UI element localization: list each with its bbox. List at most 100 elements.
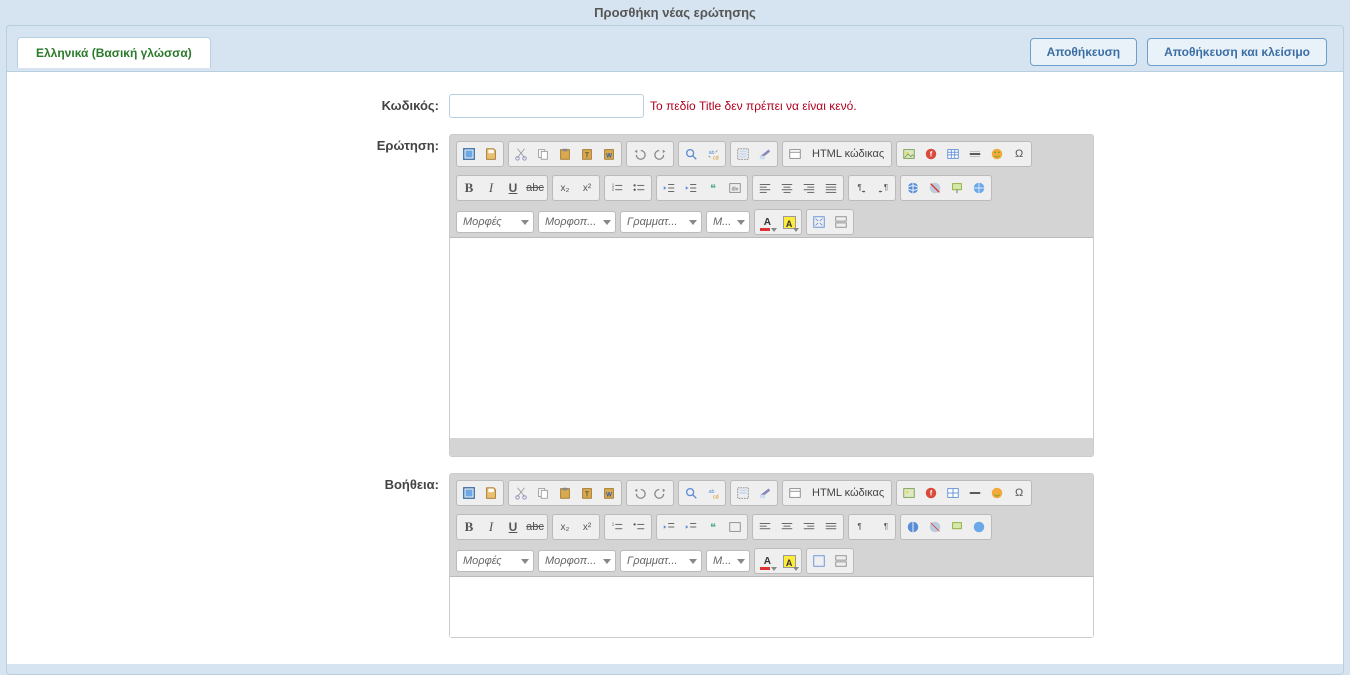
source-icon[interactable] bbox=[458, 482, 480, 504]
hr-icon[interactable] bbox=[964, 482, 986, 504]
div-icon[interactable]: div bbox=[724, 177, 746, 199]
paste-text-icon[interactable]: T bbox=[576, 143, 598, 165]
ul-icon[interactable] bbox=[628, 177, 650, 199]
combo-styles[interactable]: Μορφές bbox=[456, 550, 534, 572]
paste-icon[interactable] bbox=[554, 482, 576, 504]
redo-icon[interactable] bbox=[650, 482, 672, 504]
save-and-close-button[interactable]: Αποθήκευση και κλείσιμο bbox=[1147, 38, 1327, 66]
div-icon[interactable] bbox=[724, 516, 746, 538]
save-icon[interactable] bbox=[480, 482, 502, 504]
bg-color-icon[interactable]: A bbox=[778, 211, 800, 233]
combo-styles[interactable]: Μορφές bbox=[456, 211, 534, 233]
align-right-icon[interactable] bbox=[798, 177, 820, 199]
specialchar-icon[interactable]: Ω bbox=[1008, 143, 1030, 165]
align-right-icon[interactable] bbox=[798, 516, 820, 538]
save-button[interactable]: Αποθήκευση bbox=[1030, 38, 1138, 66]
bold-icon[interactable]: B bbox=[458, 177, 480, 199]
bold-icon[interactable]: B bbox=[458, 516, 480, 538]
superscript-icon[interactable]: x² bbox=[576, 516, 598, 538]
flash-icon[interactable]: f bbox=[920, 143, 942, 165]
smiley-icon[interactable] bbox=[986, 143, 1008, 165]
html-code-button[interactable]: HTML κώδικας bbox=[806, 482, 890, 504]
align-center-icon[interactable] bbox=[776, 516, 798, 538]
flash-icon[interactable]: f bbox=[920, 482, 942, 504]
showblocks-icon[interactable] bbox=[830, 550, 852, 572]
image-icon[interactable] bbox=[898, 482, 920, 504]
htmlsource-icon[interactable] bbox=[784, 143, 806, 165]
globe-icon[interactable] bbox=[968, 177, 990, 199]
ltr-icon[interactable]: ¶ bbox=[850, 516, 872, 538]
italic-icon[interactable]: I bbox=[480, 177, 502, 199]
align-center-icon[interactable] bbox=[776, 177, 798, 199]
removeformat-icon[interactable] bbox=[754, 143, 776, 165]
source-icon[interactable] bbox=[458, 143, 480, 165]
subscript-icon[interactable]: x₂ bbox=[554, 516, 576, 538]
table-icon[interactable] bbox=[942, 482, 964, 504]
image-icon[interactable] bbox=[898, 143, 920, 165]
undo-icon[interactable] bbox=[628, 482, 650, 504]
save-icon[interactable] bbox=[480, 143, 502, 165]
indent-icon[interactable] bbox=[680, 177, 702, 199]
table-icon[interactable] bbox=[942, 143, 964, 165]
hr-icon[interactable] bbox=[964, 143, 986, 165]
globe-icon[interactable] bbox=[968, 516, 990, 538]
showblocks-icon[interactable] bbox=[830, 211, 852, 233]
text-color-icon[interactable]: A bbox=[756, 211, 778, 233]
underline-icon[interactable]: U bbox=[502, 177, 524, 199]
outdent-icon[interactable] bbox=[658, 516, 680, 538]
removeformat-icon[interactable] bbox=[754, 482, 776, 504]
combo-format[interactable]: Μορφοπ... bbox=[538, 550, 616, 572]
rtl-icon[interactable]: ¶ bbox=[872, 516, 894, 538]
italic-icon[interactable]: I bbox=[480, 516, 502, 538]
link-icon[interactable] bbox=[902, 177, 924, 199]
paste-text-icon[interactable]: T bbox=[576, 482, 598, 504]
align-left-icon[interactable] bbox=[754, 516, 776, 538]
combo-size[interactable]: Μ... bbox=[706, 211, 750, 233]
paste-word-icon[interactable]: W bbox=[598, 143, 620, 165]
underline-icon[interactable]: U bbox=[502, 516, 524, 538]
anchor-icon[interactable] bbox=[946, 516, 968, 538]
outdent-icon[interactable] bbox=[658, 177, 680, 199]
combo-format[interactable]: Μορφοπ... bbox=[538, 211, 616, 233]
replace-icon[interactable]: abcd bbox=[702, 143, 724, 165]
align-justify-icon[interactable] bbox=[820, 516, 842, 538]
blockquote-icon[interactable]: ❝ bbox=[702, 516, 724, 538]
paste-icon[interactable] bbox=[554, 143, 576, 165]
find-icon[interactable] bbox=[680, 143, 702, 165]
copy-icon[interactable] bbox=[532, 143, 554, 165]
maximize-icon[interactable] bbox=[808, 550, 830, 572]
code-input[interactable] bbox=[449, 94, 644, 118]
bg-color-icon[interactable]: A bbox=[778, 550, 800, 572]
unlink-icon[interactable] bbox=[924, 177, 946, 199]
cut-icon[interactable] bbox=[510, 482, 532, 504]
rtl-icon[interactable]: ¶ bbox=[872, 177, 894, 199]
replace-icon[interactable]: abcd bbox=[702, 482, 724, 504]
indent-icon[interactable] bbox=[680, 516, 702, 538]
blockquote-icon[interactable]: ❝ bbox=[702, 177, 724, 199]
combo-font[interactable]: Γραμματ... bbox=[620, 211, 702, 233]
question-editor-canvas[interactable] bbox=[450, 238, 1093, 438]
ol-icon[interactable]: 12 bbox=[606, 177, 628, 199]
subscript-icon[interactable]: x₂ bbox=[554, 177, 576, 199]
copy-icon[interactable] bbox=[532, 482, 554, 504]
superscript-icon[interactable]: x² bbox=[576, 177, 598, 199]
ul-icon[interactable] bbox=[628, 516, 650, 538]
align-justify-icon[interactable] bbox=[820, 177, 842, 199]
selectall-icon[interactable] bbox=[732, 143, 754, 165]
redo-icon[interactable] bbox=[650, 143, 672, 165]
maximize-icon[interactable] bbox=[808, 211, 830, 233]
strike-icon[interactable]: abc bbox=[524, 177, 546, 199]
strike-icon[interactable]: abc bbox=[524, 516, 546, 538]
anchor-icon[interactable] bbox=[946, 177, 968, 199]
link-icon[interactable] bbox=[902, 516, 924, 538]
cut-icon[interactable] bbox=[510, 143, 532, 165]
help-editor-canvas[interactable] bbox=[450, 577, 1093, 637]
htmlsource-icon[interactable] bbox=[784, 482, 806, 504]
align-left-icon[interactable] bbox=[754, 177, 776, 199]
combo-size[interactable]: Μ... bbox=[706, 550, 750, 572]
ltr-icon[interactable]: ¶ bbox=[850, 177, 872, 199]
selectall-icon[interactable] bbox=[732, 482, 754, 504]
smiley-icon[interactable] bbox=[986, 482, 1008, 504]
text-color-icon[interactable]: A bbox=[756, 550, 778, 572]
unlink-icon[interactable] bbox=[924, 516, 946, 538]
